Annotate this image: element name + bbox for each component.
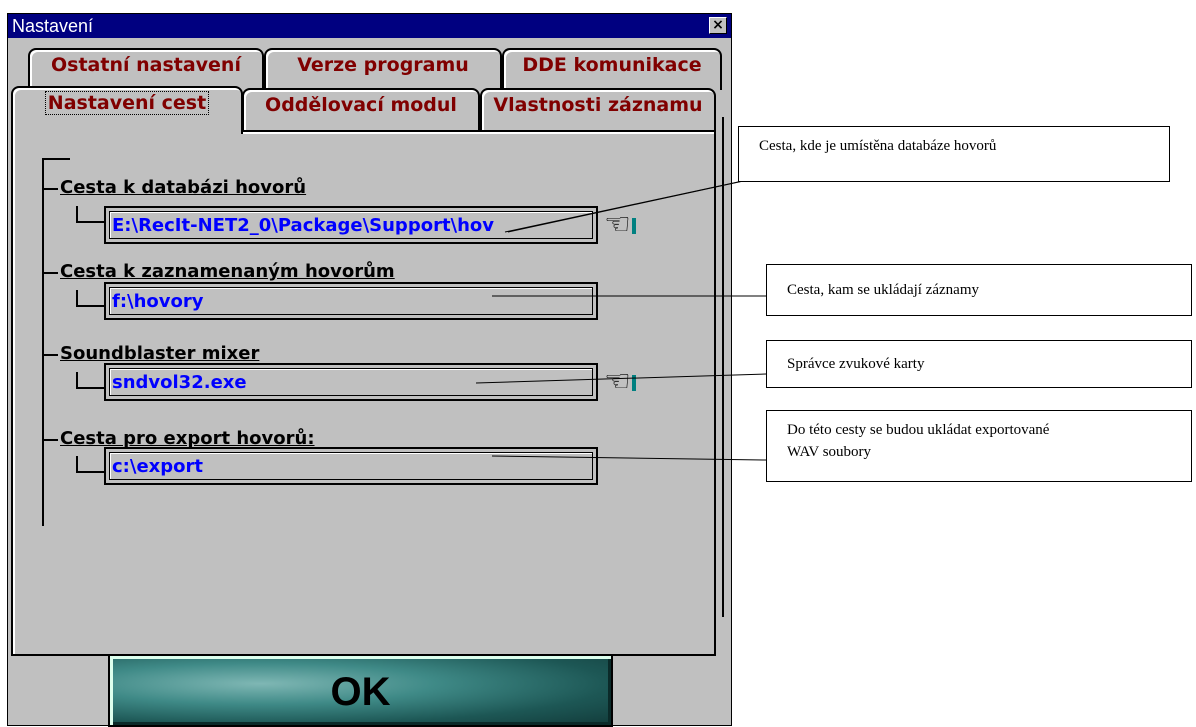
callout-recordings-text: Cesta, kam se ukládají záznamy xyxy=(787,282,980,298)
callout-mixer-text: Správce zvukové karty xyxy=(787,356,925,372)
callout-export: Do této cesty se budou ukládat exportova… xyxy=(766,410,1192,482)
tab-label: Nastavení cest xyxy=(44,91,210,115)
callout-database-text: Cesta, kde je umístěna databáze hovorů xyxy=(759,138,997,154)
leader-line-mixer xyxy=(475,373,767,384)
callout-database: Cesta, kde je umístěna databáze hovorů xyxy=(738,126,1170,182)
callout-export-text: Do této cesty se budou ukládat exportova… xyxy=(787,422,1050,460)
callout-recordings: Cesta, kam se ukládají záznamy xyxy=(766,264,1192,316)
callout-mixer: Správce zvukové karty xyxy=(766,340,1192,388)
tab-nastaveni-cest[interactable]: Nastavení cest xyxy=(11,86,243,134)
leader-line-export xyxy=(491,455,767,461)
